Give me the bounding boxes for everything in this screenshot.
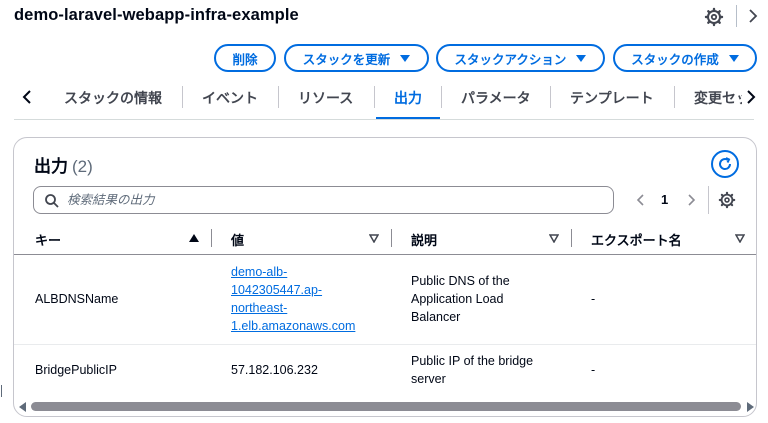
sort-ascending-icon[interactable] <box>189 234 199 242</box>
scroll-right-arrow-icon[interactable] <box>747 402 754 412</box>
search-icon <box>45 194 59 208</box>
refresh-icon <box>719 157 732 170</box>
row-1-export: - <box>591 292 596 306</box>
outputs-panel: 出力(2) 1 キー 値 説明 <box>13 137 757 417</box>
tabs-scroll-right-icon[interactable] <box>742 87 760 107</box>
column-divider[interactable] <box>211 229 212 247</box>
caret-down-icon <box>728 54 739 62</box>
stack-title: demo-laravel-webapp-infra-example <box>14 6 299 24</box>
refresh-button[interactable] <box>711 150 739 178</box>
update-stack-label: スタックを更新 <box>302 52 391 67</box>
current-page-number[interactable]: 1 <box>661 192 668 207</box>
tab-divider <box>374 86 375 108</box>
delete-button[interactable]: 削除 <box>214 44 276 72</box>
delete-button-label: 削除 <box>232 52 258 67</box>
tab-divider <box>550 86 551 108</box>
panel-title-text: 出力 <box>34 157 68 176</box>
tabs-divider-line <box>14 119 754 120</box>
previous-page-icon[interactable] <box>634 192 648 208</box>
description-line: Application Load <box>411 292 504 306</box>
column-divider[interactable] <box>391 229 392 247</box>
tab-resources[interactable]: リソース <box>298 88 353 108</box>
stack-actions-label: スタックアクション <box>454 52 567 67</box>
edge-marker <box>1 385 2 397</box>
tab-events[interactable]: イベント <box>202 88 258 108</box>
create-stack-label: スタックの作成 <box>631 52 719 67</box>
tab-stack-info[interactable]: スタックの情報 <box>64 88 162 108</box>
header-row-divider <box>14 254 756 255</box>
tabs-scroll-left-icon[interactable] <box>17 87 37 107</box>
alb-dns-link[interactable]: demo-alb- 1042305447.ap- northeast- 1.el… <box>231 265 355 333</box>
row-1-description: Public DNS of the Application Load Balan… <box>411 272 510 326</box>
search-input[interactable] <box>67 190 597 210</box>
scroll-left-arrow-icon[interactable] <box>19 402 26 412</box>
column-header-key[interactable]: キー <box>35 230 61 249</box>
column-header-export-name[interactable]: エクスポート名 <box>591 230 682 249</box>
sort-unsorted-icon[interactable] <box>369 234 379 243</box>
pagination-divider <box>708 186 709 214</box>
value-line: northeast- <box>231 301 288 315</box>
header-divider <box>736 5 737 27</box>
chevron-right-icon[interactable] <box>744 7 762 25</box>
column-header-description[interactable]: 説明 <box>411 230 437 249</box>
tab-outputs[interactable]: 出力 <box>394 88 422 108</box>
search-field[interactable] <box>33 186 614 214</box>
panel-count: (2) <box>72 157 93 176</box>
caret-down-icon <box>400 54 411 62</box>
column-divider[interactable] <box>571 229 572 247</box>
row-1-key: ALBDNSName <box>35 292 119 306</box>
tab-divider <box>182 86 183 108</box>
description-line: Public DNS of the <box>411 274 510 288</box>
stack-actions-button[interactable]: スタックアクション <box>436 44 605 72</box>
row-2-value: 57.182.106.232 <box>231 363 318 377</box>
tab-divider <box>278 86 279 108</box>
create-stack-button[interactable]: スタックの作成 <box>613 44 757 72</box>
tab-change-sets[interactable]: 変更セット <box>694 88 742 108</box>
value-line: demo-alb- <box>231 265 288 279</box>
row-2-description: Public IP of the bridge server <box>411 352 533 388</box>
description-line: Balancer <box>411 310 461 324</box>
value-line: 1.elb.amazonaws.com <box>231 319 356 333</box>
tab-clip: 変更セット <box>680 82 742 114</box>
tab-divider <box>441 86 442 108</box>
row-1-value: demo-alb- 1042305447.ap- northeast- 1.el… <box>231 263 355 335</box>
column-header-value[interactable]: 値 <box>231 230 244 249</box>
description-line: server <box>411 372 446 386</box>
tab-template[interactable]: テンプレート <box>570 88 654 108</box>
tab-parameters[interactable]: パラメータ <box>461 88 531 108</box>
sort-unsorted-icon[interactable] <box>549 234 559 243</box>
row-divider <box>14 344 756 345</box>
next-page-icon[interactable] <box>684 192 698 208</box>
panel-title: 出力 (2) <box>34 152 93 177</box>
tab-divider <box>674 86 675 108</box>
sort-unsorted-icon[interactable] <box>735 234 745 243</box>
row-2-key: BridgePublicIP <box>35 363 117 377</box>
description-line: Public IP of the bridge <box>411 354 534 368</box>
update-stack-button[interactable]: スタックを更新 <box>284 44 429 72</box>
table-settings-gear-icon[interactable] <box>718 191 736 209</box>
value-line: 1042305447.ap- <box>231 283 323 297</box>
horizontal-scrollbar[interactable] <box>31 402 741 411</box>
gear-icon[interactable] <box>704 7 724 27</box>
caret-down-icon <box>576 54 587 62</box>
row-2-export: - <box>591 363 596 377</box>
